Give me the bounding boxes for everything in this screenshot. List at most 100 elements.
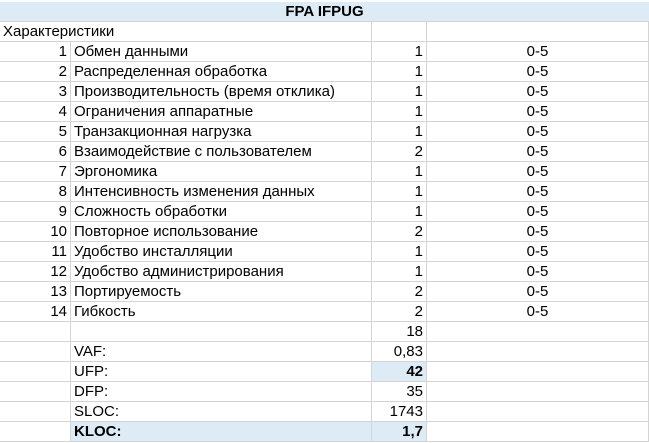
empty-cell[interactable] xyxy=(0,382,71,402)
row-number[interactable]: 4 xyxy=(0,102,71,122)
row-range[interactable]: 0-5 xyxy=(427,282,649,302)
vaf-label[interactable]: VAF: xyxy=(71,342,372,362)
ufp-row: UFP: 42 xyxy=(0,362,649,382)
row-range[interactable]: 0-5 xyxy=(427,262,649,282)
empty-cell[interactable] xyxy=(0,322,71,342)
table-row: 13 Портируемость 2 0-5 xyxy=(0,282,649,302)
vaf-value[interactable]: 0,83 xyxy=(372,342,427,362)
header-row: Характеристики xyxy=(0,22,649,42)
row-value[interactable]: 1 xyxy=(372,182,427,202)
row-number[interactable]: 8 xyxy=(0,182,71,202)
row-value[interactable]: 1 xyxy=(372,102,427,122)
table-row: 12 Удобство администрирования 1 0-5 xyxy=(0,262,649,282)
row-range[interactable]: 0-5 xyxy=(427,202,649,222)
table-row: 2 Распределенная обработка 1 0-5 xyxy=(0,62,649,82)
empty-cell[interactable] xyxy=(0,342,71,362)
empty-cell[interactable] xyxy=(427,422,649,442)
row-number[interactable]: 3 xyxy=(0,82,71,102)
row-number[interactable]: 13 xyxy=(0,282,71,302)
row-name[interactable]: Удобство администрирования xyxy=(71,262,372,282)
row-value[interactable]: 1 xyxy=(372,82,427,102)
empty-cell[interactable] xyxy=(71,322,372,342)
empty-cell[interactable] xyxy=(0,422,71,442)
row-range[interactable]: 0-5 xyxy=(427,42,649,62)
row-range[interactable]: 0-5 xyxy=(427,242,649,262)
row-value[interactable]: 1 xyxy=(372,242,427,262)
row-name[interactable]: Взаимодействие с пользователем xyxy=(71,142,372,162)
row-value[interactable]: 2 xyxy=(372,222,427,242)
row-name[interactable]: Повторное использование xyxy=(71,222,372,242)
table-row: 1 Обмен данными 1 0-5 xyxy=(0,42,649,62)
empty-cell[interactable] xyxy=(427,402,649,422)
row-name[interactable]: Ограничения аппаратные xyxy=(71,102,372,122)
table-row: 14 Гибкость 2 0-5 xyxy=(0,302,649,322)
row-range[interactable]: 0-5 xyxy=(427,222,649,242)
row-number[interactable]: 9 xyxy=(0,202,71,222)
row-name[interactable]: Гибкость xyxy=(71,302,372,322)
row-range[interactable]: 0-5 xyxy=(427,62,649,82)
sheet-title[interactable]: FPA IFPUG xyxy=(0,2,649,22)
row-name[interactable]: Распределенная обработка xyxy=(71,62,372,82)
row-value[interactable]: 2 xyxy=(372,142,427,162)
header-empty-range[interactable] xyxy=(427,22,649,42)
row-number[interactable]: 5 xyxy=(0,122,71,142)
row-number[interactable]: 10 xyxy=(0,222,71,242)
table-row: 3 Производительность (время отклика) 1 0… xyxy=(0,82,649,102)
row-name[interactable]: Сложность обработки xyxy=(71,202,372,222)
empty-cell[interactable] xyxy=(0,402,71,422)
kloc-row: KLOC: 1,7 xyxy=(0,422,649,442)
kloc-label[interactable]: KLOC: xyxy=(71,422,372,442)
row-name[interactable]: Портируемость xyxy=(71,282,372,302)
row-value[interactable]: 1 xyxy=(372,202,427,222)
row-value[interactable]: 1 xyxy=(372,122,427,142)
row-number[interactable]: 6 xyxy=(0,142,71,162)
empty-cell[interactable] xyxy=(427,362,649,382)
spreadsheet: FPA IFPUG Характеристики 1 Обмен данными… xyxy=(0,0,649,443)
row-name[interactable]: Производительность (время отклика) xyxy=(71,82,372,102)
row-value[interactable]: 1 xyxy=(372,162,427,182)
row-range[interactable]: 0-5 xyxy=(427,102,649,122)
row-range[interactable]: 0-5 xyxy=(427,182,649,202)
row-number[interactable]: 12 xyxy=(0,262,71,282)
row-value[interactable]: 2 xyxy=(372,282,427,302)
empty-cell[interactable] xyxy=(427,322,649,342)
row-name[interactable]: Обмен данными xyxy=(71,42,372,62)
table-row: 5 Транзакционная нагрузка 1 0-5 xyxy=(0,122,649,142)
row-number[interactable]: 11 xyxy=(0,242,71,262)
table-row: 10 Повторное использование 2 0-5 xyxy=(0,222,649,242)
row-number[interactable]: 7 xyxy=(0,162,71,182)
row-value[interactable]: 2 xyxy=(372,302,427,322)
sloc-row: SLOC: 1743 xyxy=(0,402,649,422)
sloc-label[interactable]: SLOC: xyxy=(71,402,372,422)
row-range[interactable]: 0-5 xyxy=(427,142,649,162)
row-number[interactable]: 1 xyxy=(0,42,71,62)
header-empty-value[interactable] xyxy=(372,22,427,42)
sum-value[interactable]: 18 xyxy=(372,322,427,342)
row-value[interactable]: 1 xyxy=(372,62,427,82)
row-name[interactable]: Эргономика xyxy=(71,162,372,182)
empty-cell[interactable] xyxy=(0,362,71,382)
empty-cell[interactable] xyxy=(427,342,649,362)
row-name[interactable]: Удобство инсталляции xyxy=(71,242,372,262)
characteristics-header[interactable]: Характеристики xyxy=(0,22,372,42)
ufp-label[interactable]: UFP: xyxy=(71,362,372,382)
row-name[interactable]: Интенсивность изменения данных xyxy=(71,182,372,202)
ufp-value[interactable]: 42 xyxy=(372,362,427,382)
table-row: 6 Взаимодействие с пользователем 2 0-5 xyxy=(0,142,649,162)
row-value[interactable]: 1 xyxy=(372,262,427,282)
empty-cell[interactable] xyxy=(427,382,649,402)
row-range[interactable]: 0-5 xyxy=(427,162,649,182)
table-row: 11 Удобство инсталляции 1 0-5 xyxy=(0,242,649,262)
row-number[interactable]: 14 xyxy=(0,302,71,322)
row-range[interactable]: 0-5 xyxy=(427,122,649,142)
row-value[interactable]: 1 xyxy=(372,42,427,62)
dfp-value[interactable]: 35 xyxy=(372,382,427,402)
table-row: 8 Интенсивность изменения данных 1 0-5 xyxy=(0,182,649,202)
sloc-value[interactable]: 1743 xyxy=(372,402,427,422)
row-range[interactable]: 0-5 xyxy=(427,82,649,102)
row-range[interactable]: 0-5 xyxy=(427,302,649,322)
dfp-label[interactable]: DFP: xyxy=(71,382,372,402)
row-number[interactable]: 2 xyxy=(0,62,71,82)
kloc-value[interactable]: 1,7 xyxy=(372,422,427,442)
row-name[interactable]: Транзакционная нагрузка xyxy=(71,122,372,142)
